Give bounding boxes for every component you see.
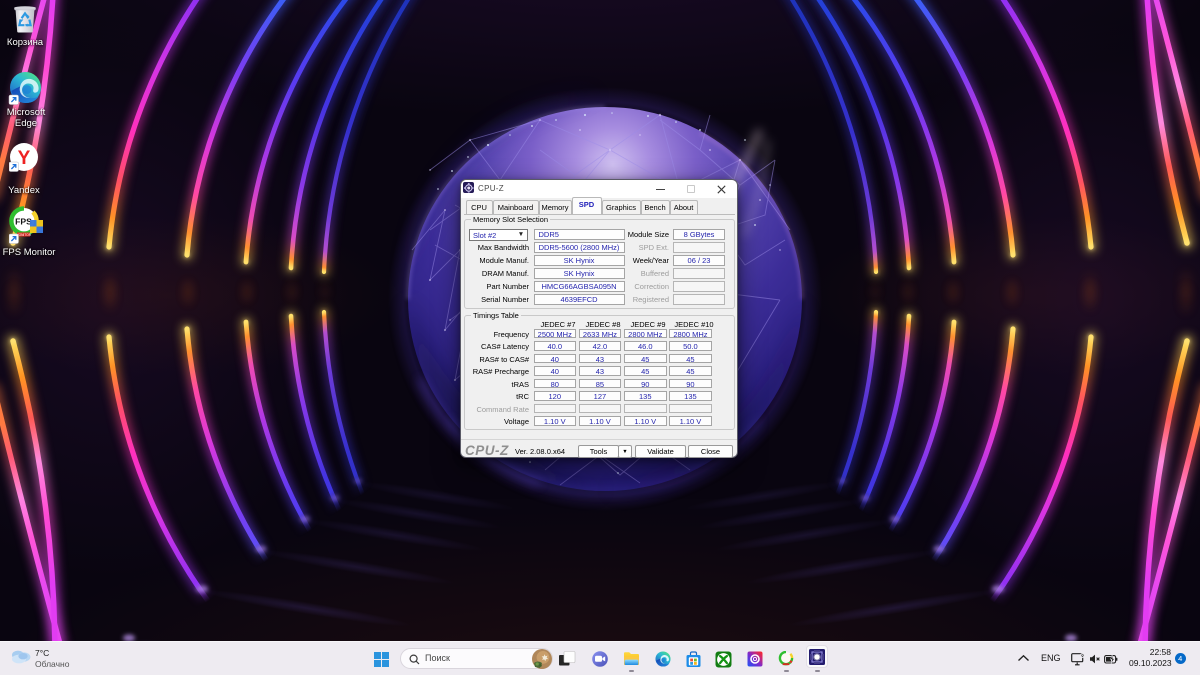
svg-text:FPS: FPS [15,217,32,227]
svg-text:Y: Y [18,148,31,169]
